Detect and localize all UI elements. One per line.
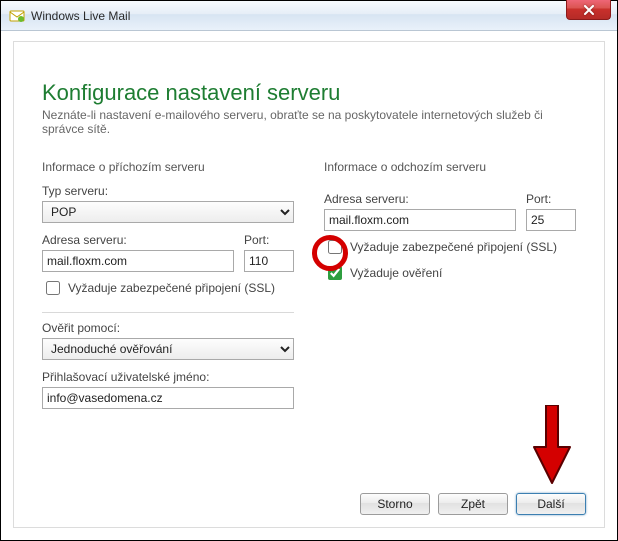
incoming-section-title: Informace o příchozím serveru bbox=[42, 160, 294, 174]
outgoing-address-label: Adresa serveru: bbox=[324, 192, 516, 206]
window-close-button[interactable] bbox=[566, 0, 611, 20]
button-bar: Storno Zpět Další bbox=[360, 493, 586, 515]
back-button[interactable]: Zpět bbox=[438, 493, 508, 515]
incoming-section: Informace o příchozím serveru Typ server… bbox=[42, 160, 294, 409]
login-username-label: Přihlašovací uživatelské jméno: bbox=[42, 370, 294, 384]
window-titlebar: Windows Live Mail bbox=[1, 1, 617, 31]
incoming-port-label: Port: bbox=[244, 233, 294, 247]
outgoing-port-label: Port: bbox=[526, 192, 576, 206]
outgoing-port-input[interactable] bbox=[526, 209, 576, 231]
page-subtitle: Neznáte-li nastavení e-mailového serveru… bbox=[42, 108, 576, 136]
outgoing-auth-label: Vyžaduje ověření bbox=[350, 266, 442, 280]
auth-method-select[interactable]: Jednoduché ověřování bbox=[42, 338, 294, 360]
next-button[interactable]: Další bbox=[516, 493, 586, 515]
incoming-port-input[interactable] bbox=[244, 250, 294, 272]
divider bbox=[42, 312, 294, 313]
window-title: Windows Live Mail bbox=[31, 9, 130, 23]
cancel-button[interactable]: Storno bbox=[360, 493, 430, 515]
outgoing-ssl-label: Vyžaduje zabezpečené připojení (SSL) bbox=[350, 240, 557, 254]
incoming-address-input[interactable] bbox=[42, 250, 234, 272]
server-type-label: Typ serveru: bbox=[42, 184, 294, 198]
app-icon bbox=[9, 8, 25, 24]
incoming-ssl-checkbox[interactable] bbox=[46, 281, 60, 295]
outgoing-section-title: Informace o odchozím serveru bbox=[324, 160, 576, 174]
outgoing-auth-checkbox[interactable] bbox=[328, 266, 342, 280]
login-username-input[interactable] bbox=[42, 387, 294, 409]
incoming-ssl-label: Vyžaduje zabezpečené připojení (SSL) bbox=[68, 281, 275, 295]
outgoing-address-input[interactable] bbox=[324, 209, 516, 231]
dialog-panel: Konfigurace nastavení serveru Neznáte-li… bbox=[13, 41, 605, 528]
auth-method-label: Ověřit pomocí: bbox=[42, 321, 294, 335]
outgoing-ssl-checkbox[interactable] bbox=[328, 240, 342, 254]
server-type-select[interactable]: POP bbox=[42, 201, 294, 223]
incoming-address-label: Adresa serveru: bbox=[42, 233, 234, 247]
page-title: Konfigurace nastavení serveru bbox=[42, 80, 576, 106]
outgoing-section: Informace o odchozím serveru Adresa serv… bbox=[324, 160, 576, 409]
